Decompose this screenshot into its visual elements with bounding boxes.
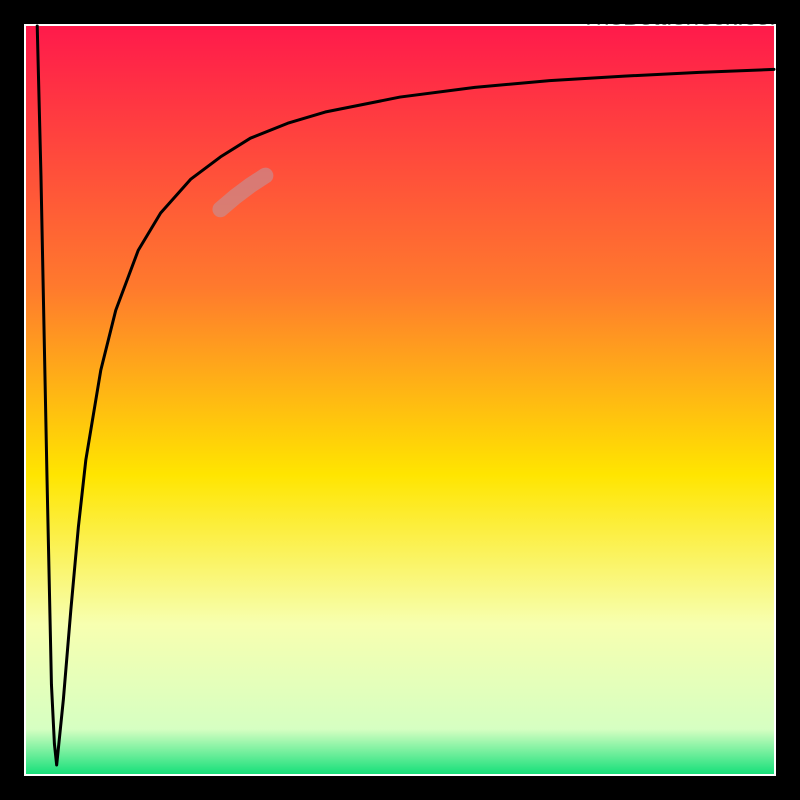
- chart-background-gradient: [26, 26, 774, 774]
- chart-stage: TheBottleneck.com: [0, 0, 800, 800]
- bottleneck-curve-chart: [0, 0, 800, 800]
